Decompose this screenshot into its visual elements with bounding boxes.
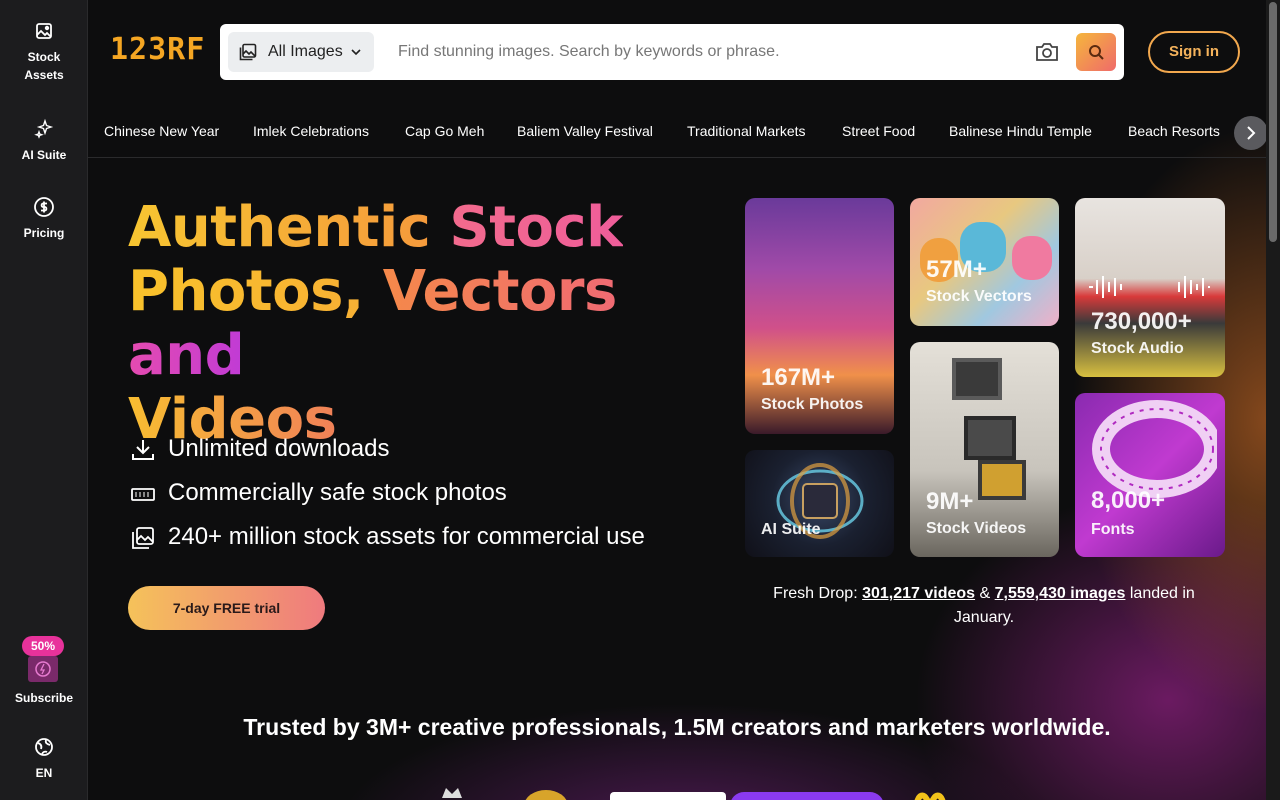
fresh-drop: Fresh Drop: 301,217 videos & 7,559,430 i… — [748, 582, 1220, 630]
card-count: 167M+ — [761, 364, 836, 391]
scrollbar-thumb[interactable] — [1269, 2, 1277, 242]
chevron-down-icon — [351, 49, 361, 56]
hero-title-word: Photos, — [128, 259, 364, 324]
sidebar-item-ai-suite[interactable]: AI Suite — [0, 118, 88, 164]
card-stock-vectors[interactable]: 57M+ Stock Vectors — [910, 198, 1059, 326]
search-bar: All Images — [220, 24, 1124, 80]
card-label: Stock Audio — [1091, 340, 1184, 357]
feature-text: 240+ million stock assets for commercial… — [168, 523, 645, 550]
sidebar-item-label: Pricing — [23, 226, 65, 240]
card-count: 9M+ — [926, 488, 974, 515]
download-icon — [132, 440, 154, 460]
waveform-icon — [1089, 276, 1210, 298]
chip[interactable]: Balinese Hindu Temple — [949, 123, 1092, 139]
scrollbar[interactable] — [1266, 0, 1280, 800]
fresh-prefix: Fresh Drop: — [773, 585, 858, 602]
free-trial-button[interactable]: 7-day FREE trial — [128, 586, 325, 630]
hero-title-word: Vectors — [382, 259, 618, 324]
search-icon — [1089, 45, 1104, 60]
dollar-circle-icon — [34, 197, 54, 217]
wordmark-logo — [731, 792, 883, 800]
hero-title-word: Authentic — [128, 195, 431, 260]
camera-icon[interactable] — [1034, 40, 1060, 64]
sidebar-item-label: Stock Assets — [24, 50, 64, 82]
globe-icon — [35, 738, 53, 756]
image-stack-icon — [36, 23, 52, 39]
chip[interactable]: Street Food — [842, 123, 915, 139]
vector-character — [1012, 236, 1052, 280]
tv-shape — [978, 460, 1026, 500]
chip[interactable]: Traditional Markets — [687, 123, 806, 139]
sparkle-icon — [34, 118, 54, 139]
sidebar-item-stock-assets[interactable]: Stock Assets — [0, 20, 88, 84]
card-fonts[interactable]: 8,000+ Fonts — [1075, 393, 1225, 557]
feature-text: Commercially safe stock photos — [168, 479, 507, 506]
torus-art — [1092, 400, 1217, 498]
client-logos — [442, 788, 946, 800]
chip[interactable]: Cap Go Meh — [405, 123, 484, 139]
images-icon — [132, 527, 154, 549]
search-button[interactable] — [1076, 33, 1116, 71]
chip[interactable]: Imlek Celebrations — [253, 123, 369, 139]
chevron-right-icon — [1247, 126, 1256, 140]
subscribe-icon[interactable] — [28, 656, 58, 682]
category-select[interactable]: All Images — [228, 32, 374, 72]
tv-shape — [952, 358, 1002, 400]
search-input[interactable] — [398, 40, 1018, 64]
images-icon — [239, 43, 257, 61]
language-switcher[interactable]: EN — [0, 736, 88, 782]
wordmark-logo — [610, 792, 726, 800]
trending-chips: Chinese New Year Imlek Celebrations Cap … — [88, 104, 1266, 158]
category-select-value: All Images — [268, 43, 343, 60]
card-stock-videos[interactable]: 9M+ Stock Videos — [910, 342, 1059, 557]
language-label: EN — [35, 766, 53, 780]
card-count: 730,000+ — [1091, 308, 1192, 335]
hero-title-word: and — [128, 323, 245, 388]
card-label: Stock Videos — [926, 520, 1027, 537]
sidebar-item-pricing[interactable]: Pricing — [0, 196, 88, 242]
sign-in-button[interactable]: Sign in — [1148, 31, 1240, 73]
crown-logo — [442, 788, 462, 798]
discount-badge: 50% — [22, 636, 64, 656]
chip[interactable]: Beach Resorts — [1128, 123, 1220, 139]
chip[interactable]: Chinese New Year — [104, 123, 219, 139]
chip[interactable]: Baliem Valley Festival — [517, 123, 653, 139]
card-stock-audio[interactable]: 730,000+ Stock Audio — [1075, 198, 1225, 377]
trusted-heading: Trusted by 3M+ creative professionals, 1… — [243, 714, 1111, 740]
fresh-images-link[interactable]: 7,559,430 images — [995, 585, 1126, 602]
hero-title-word: Stock — [449, 195, 623, 260]
hero-title: Authentic Stock Photos, Vectors and Vide… — [128, 196, 688, 452]
shield-logo — [525, 790, 567, 800]
ticket-icon — [131, 488, 155, 501]
subscribe-label[interactable]: Subscribe — [0, 689, 88, 707]
card-count: 57M+ — [926, 256, 987, 283]
card-stock-photos[interactable]: 167M+ Stock Photos — [745, 198, 894, 434]
card-ai-suite[interactable]: AI Suite — [745, 450, 894, 557]
feature-text: Unlimited downloads — [168, 435, 390, 462]
sidebar-item-label: AI Suite — [21, 148, 67, 162]
card-count: 8,000+ — [1091, 487, 1166, 514]
card-label: Stock Photos — [761, 396, 864, 413]
fresh-videos-link[interactable]: 301,217 videos — [862, 585, 975, 602]
arches-logo — [914, 792, 946, 800]
fresh-amp: & — [979, 585, 991, 602]
card-label: Fonts — [1091, 521, 1135, 538]
tv-shape — [964, 416, 1016, 460]
sidebar: Stock Assets AI Suite Pricing 50% Subscr… — [0, 0, 88, 800]
chips-next-button[interactable] — [1234, 116, 1266, 150]
card-label: Stock Vectors — [926, 288, 1032, 305]
card-label: AI Suite — [761, 521, 821, 538]
main-content: 123RF All Images Sign in Chinese New Yea… — [88, 0, 1266, 800]
logo[interactable]: 123RF — [110, 32, 205, 67]
